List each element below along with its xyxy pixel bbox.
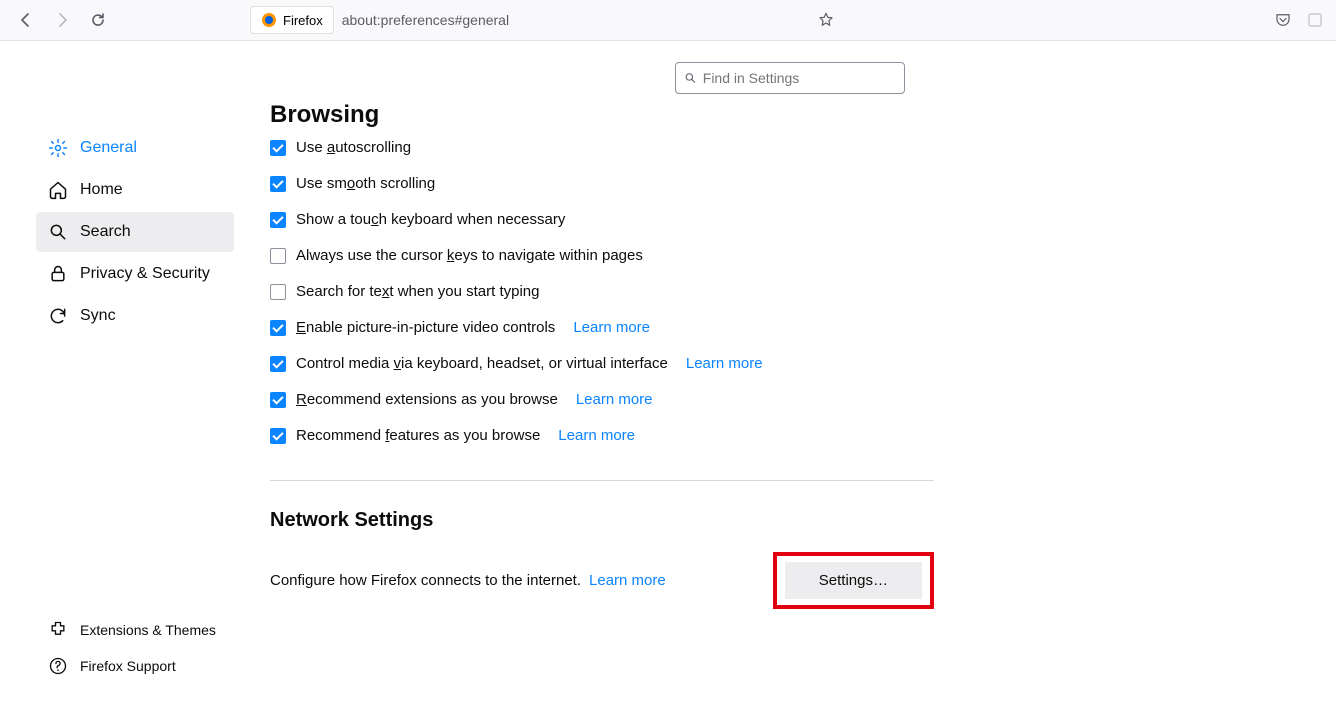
checkbox[interactable] [270, 392, 286, 408]
sidebar-label: Home [80, 181, 123, 199]
checkbox-label: Use smooth scrolling [296, 175, 435, 192]
checkbox-row: Use autoscrolling [270, 139, 1316, 156]
settings-sidebar: General Home Search Privacy & Security S… [0, 41, 242, 720]
sidebar-item-search[interactable]: Search [36, 212, 234, 252]
gear-icon [48, 138, 68, 158]
url-text: about:preferences#general [334, 12, 517, 28]
divider [270, 480, 934, 481]
checkbox-label: Show a touch keyboard when necessary [296, 211, 565, 228]
checkbox-label: Always use the cursor keys to navigate w… [296, 247, 643, 264]
checkbox-row: Control media via keyboard, headset, or … [270, 355, 1316, 372]
network-learn-more[interactable]: Learn more [589, 572, 666, 589]
home-icon [48, 180, 68, 200]
checkbox[interactable] [270, 356, 286, 372]
badge-label: Firefox [283, 13, 323, 28]
search-icon [48, 222, 68, 242]
firefox-icon [261, 12, 277, 28]
sidebar-item-general[interactable]: General [0, 128, 242, 168]
puzzle-icon [48, 620, 68, 640]
checkbox-row: Always use the cursor keys to navigate w… [270, 247, 1316, 264]
sidebar-label: Privacy & Security [80, 265, 210, 283]
firefox-badge: Firefox [250, 6, 334, 34]
reload-button[interactable] [84, 6, 112, 34]
sidebar-label: Extensions & Themes [80, 622, 216, 638]
address-bar[interactable]: Firefox about:preferences#general [250, 5, 517, 35]
network-desc: Configure how Firefox connects to the in… [270, 572, 581, 589]
bookmark-star-icon[interactable] [817, 11, 835, 29]
checkbox-label: Control media via keyboard, headset, or … [296, 355, 668, 372]
checkbox-label: Enable picture-in-picture video controls [296, 319, 555, 336]
highlight-box: Settings… [773, 552, 934, 609]
lock-icon [48, 264, 68, 284]
back-button[interactable] [12, 6, 40, 34]
settings-search[interactable] [675, 62, 905, 94]
help-icon [48, 656, 68, 676]
checkbox-label: Use autoscrolling [296, 139, 411, 156]
learn-more-link[interactable]: Learn more [686, 355, 763, 372]
section-network-title: Network Settings [270, 509, 1316, 532]
checkbox[interactable] [270, 248, 286, 264]
sync-icon [48, 306, 68, 326]
network-settings-button[interactable]: Settings… [785, 562, 922, 599]
checkbox-label: Search for text when you start typing [296, 283, 539, 300]
checkbox[interactable] [270, 320, 286, 336]
sidebar-item-home[interactable]: Home [0, 170, 242, 210]
checkbox[interactable] [270, 212, 286, 228]
checkbox-row: Search for text when you start typing [270, 283, 1316, 300]
checkbox[interactable] [270, 284, 286, 300]
sidebar-label: Search [80, 223, 131, 241]
account-icon[interactable] [1306, 11, 1324, 29]
sidebar-extensions[interactable]: Extensions & Themes [0, 612, 242, 648]
sidebar-support[interactable]: Firefox Support [0, 648, 242, 684]
checkbox-row: Show a touch keyboard when necessary [270, 211, 1316, 228]
sidebar-item-sync[interactable]: Sync [0, 296, 242, 336]
sidebar-label: General [80, 139, 137, 157]
learn-more-link[interactable]: Learn more [558, 427, 635, 444]
checkbox[interactable] [270, 428, 286, 444]
forward-button[interactable] [48, 6, 76, 34]
sidebar-label: Firefox Support [80, 658, 176, 674]
section-browsing-title: Browsing [270, 101, 1316, 129]
checkbox-row: Enable picture-in-picture video controls… [270, 319, 1316, 336]
checkbox-row: Recommend features as you browse Learn mo… [270, 427, 1316, 444]
checkbox[interactable] [270, 140, 286, 156]
checkbox[interactable] [270, 176, 286, 192]
settings-content: Browsing Use autoscrolling Use smooth scr… [242, 41, 1336, 720]
search-input[interactable] [703, 70, 896, 86]
learn-more-link[interactable]: Learn more [573, 319, 650, 336]
learn-more-link[interactable]: Learn more [576, 391, 653, 408]
pocket-icon[interactable] [1274, 11, 1292, 29]
search-icon [684, 71, 697, 85]
sidebar-item-privacy[interactable]: Privacy & Security [0, 254, 242, 294]
checkbox-label: Recommend features as you browse [296, 427, 540, 444]
checkbox-row: Recommend extensions as you browse Learn … [270, 391, 1316, 408]
checkbox-label: Recommend extensions as you browse [296, 391, 558, 408]
browser-toolbar: Firefox about:preferences#general [0, 0, 1336, 41]
sidebar-label: Sync [80, 307, 116, 325]
checkbox-row: Use smooth scrolling [270, 175, 1316, 192]
